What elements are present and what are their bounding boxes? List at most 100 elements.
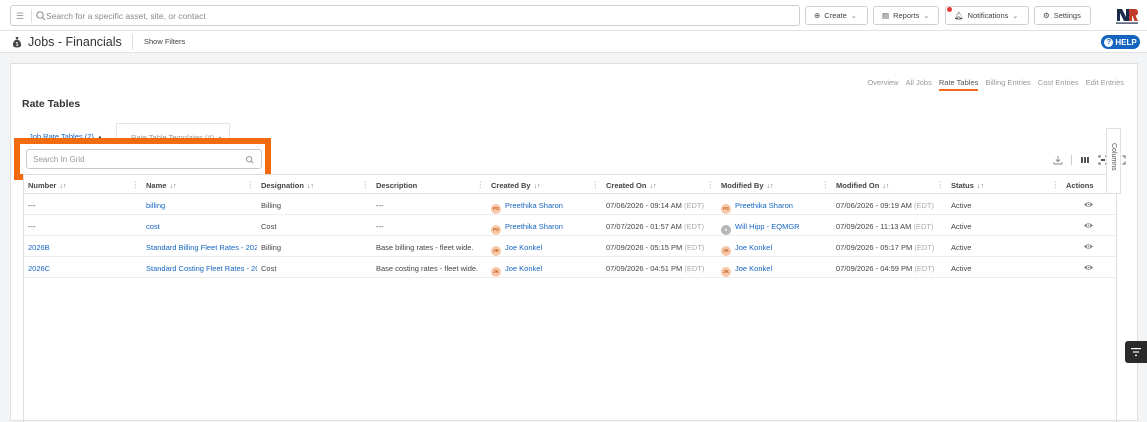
tab-rate-table-templates[interactable]: Rate Table Templates (4) ▲ [116, 123, 230, 143]
company-logo[interactable] [1114, 5, 1140, 25]
notifications-button[interactable]: 🔔︎ Notifications ⌄ [945, 6, 1029, 25]
column-menu-icon[interactable]: ⋮ [247, 180, 255, 189]
eye-icon[interactable] [1083, 262, 1094, 273]
sort-icon[interactable]: ↓↑ [534, 183, 541, 190]
column-menu-icon[interactable]: ⋮ [362, 180, 370, 189]
tab-job-rate-tables[interactable]: Job Rate Tables (2) ▲ [21, 123, 115, 143]
pin-icon[interactable]: ▲ [97, 135, 103, 141]
grid-search-input[interactable]: Search In Grid [26, 149, 262, 169]
cell-created-on: 07/06/2026 - 09:14 AM (EDT) [602, 194, 717, 215]
cell-name[interactable]: billing [142, 194, 257, 215]
table-row[interactable]: --- billing Billing --- PS Preethika Shar… [24, 194, 1116, 215]
pin-icon[interactable]: ▲ [217, 136, 223, 142]
user-link[interactable]: Preethika Sharon [735, 201, 793, 210]
columns-side-panel-tab[interactable]: Columns [1106, 128, 1121, 194]
settings-label: Settings [1053, 11, 1081, 20]
cell-modified-on: 07/09/2026 - 04:59 PM (EDT) [832, 257, 947, 278]
column-header-name[interactable]: Name ↓↑ ⋮ [142, 175, 257, 194]
help-button[interactable]: ? HELP [1101, 35, 1140, 49]
column-header-modified-by[interactable]: Modified By ↓↑ ⋮ [717, 175, 832, 194]
column-menu-icon[interactable]: ⋮ [937, 180, 945, 189]
eye-icon[interactable] [1083, 220, 1094, 231]
table-row[interactable]: --- cost Cost --- PS Preethika Sharon 07/… [24, 215, 1116, 236]
download-icon[interactable] [1053, 155, 1063, 165]
nav-overview[interactable]: Overview [867, 78, 898, 91]
sort-icon[interactable]: ↓↑ [169, 183, 176, 190]
timezone: (EDT) [913, 201, 934, 210]
chevron-down-icon: ⌄ [850, 12, 857, 20]
help-label: HELP [1115, 37, 1137, 47]
menu-icon[interactable]: ☰ [16, 11, 26, 21]
cell-status: Active [951, 264, 972, 273]
nav-rate-tables[interactable]: Rate Tables [938, 78, 979, 91]
column-header-designation[interactable]: Designation ↓↑ ⋮ [257, 175, 372, 194]
cell-created-on: 07/09/2026 - 04:51 PM (EDT) [602, 257, 717, 278]
user-link[interactable]: Joe Konkel [735, 264, 772, 273]
cell-status: Active [951, 201, 972, 210]
rate-tables-grid: Number ↓↑ ⋮ Name ↓↑ ⋮ Designation ↓↑ ⋮ Descrip… [23, 174, 1117, 422]
table-row[interactable]: 2026C Standard Costing Fleet Rates - 202… [24, 257, 1116, 278]
column-header-status[interactable]: Status ↓↑ ⋮ [947, 175, 1062, 194]
cell-number[interactable]: 2026C [24, 257, 142, 278]
cell-modified-by: ● Will Hipp - EQMGR [717, 215, 832, 236]
table-row[interactable]: 2026B Standard Billing Fleet Rates - 202… [24, 236, 1116, 257]
nav-cost-entries[interactable]: Cost Entries [1038, 78, 1079, 91]
nav-all-jobs[interactable]: All Jobs [906, 78, 932, 91]
cell-modified-by: JK Joe Konkel [717, 257, 832, 278]
cell-status: Active [951, 243, 972, 252]
column-menu-icon[interactable]: ⋮ [132, 180, 140, 189]
eye-icon[interactable] [1083, 199, 1094, 210]
date-text: 07/07/2026 - 01:57 AM [606, 222, 682, 231]
header-label: Created On [606, 181, 647, 190]
column-menu-icon[interactable]: ⋮ [822, 180, 830, 189]
column-header-number[interactable]: Number ↓↑ ⋮ [24, 175, 142, 194]
cell-modified-on: 07/09/2026 - 11:13 AM (EDT) [832, 215, 947, 236]
nav-edit-entries[interactable]: Edit Entries [1086, 78, 1124, 91]
user-link[interactable]: Joe Konkel [505, 264, 542, 273]
user-link[interactable]: Will Hipp - EQMGR [735, 222, 800, 231]
notification-badge [947, 7, 952, 12]
sort-icon[interactable]: ↓↑ [977, 183, 984, 190]
user-link[interactable]: Preethika Sharon [505, 201, 563, 210]
cell-name[interactable]: Standard Costing Fleet Rates - 2026 [142, 257, 257, 278]
sort-icon[interactable]: ↓↑ [307, 183, 314, 190]
search-divider [31, 9, 32, 23]
global-search-box[interactable]: ☰ Search for a specific asset, site, or … [10, 5, 800, 26]
date-text: 07/09/2026 - 05:17 PM [836, 243, 913, 252]
bell-icon: 🔔︎ [954, 11, 964, 20]
sort-icon[interactable]: ↓↑ [767, 183, 774, 190]
cell-name[interactable]: Standard Billing Fleet Rates - 2026 [142, 236, 257, 257]
user-link[interactable]: Preethika Sharon [505, 222, 563, 231]
header-label: Actions [1066, 181, 1094, 190]
sort-icon[interactable]: ↓↑ [649, 183, 656, 190]
column-header-description[interactable]: Description ⋮ [372, 175, 487, 194]
filter-fab[interactable] [1125, 341, 1147, 363]
column-menu-icon[interactable]: ⋮ [477, 180, 485, 189]
column-menu-icon[interactable]: ⋮ [592, 180, 600, 189]
cell-number[interactable]: 2026B [24, 236, 142, 257]
sort-icon[interactable]: ↓↑ [882, 183, 889, 190]
settings-button[interactable]: ⚙ Settings [1034, 6, 1091, 25]
cell-designation: Billing [261, 201, 282, 210]
user-link[interactable]: Joe Konkel [505, 243, 542, 252]
column-header-created-on[interactable]: Created On ↓↑ ⋮ [602, 175, 717, 194]
column-header-modified-on[interactable]: Modified On ↓↑ ⋮ [832, 175, 947, 194]
show-filters-button[interactable]: Show Filters [144, 37, 185, 46]
user-link[interactable]: Joe Konkel [735, 243, 772, 252]
timezone: (EDT) [683, 201, 704, 210]
gear-icon: ⚙ [1043, 11, 1050, 20]
cell-modified-by: JK Joe Konkel [717, 236, 832, 257]
column-menu-icon[interactable]: ⋮ [707, 180, 715, 189]
date-text: 07/06/2026 - 09:19 AM [836, 201, 912, 210]
columns-icon[interactable] [1080, 155, 1090, 165]
create-button[interactable]: ⊕ Create ⌄ [805, 6, 868, 25]
cell-created-by: JK Joe Konkel [487, 236, 602, 257]
reports-button[interactable]: ▤ Reports ⌄ [873, 6, 939, 25]
cell-name[interactable]: cost [142, 215, 257, 236]
avatar: JK [491, 246, 501, 256]
column-header-created-by[interactable]: Created By ↓↑ ⋮ [487, 175, 602, 194]
nav-billing-entries[interactable]: Billing Entries [985, 78, 1030, 91]
sort-icon[interactable]: ↓↑ [59, 183, 66, 190]
eye-icon[interactable] [1083, 241, 1094, 252]
column-menu-icon[interactable]: ⋮ [1052, 180, 1060, 189]
